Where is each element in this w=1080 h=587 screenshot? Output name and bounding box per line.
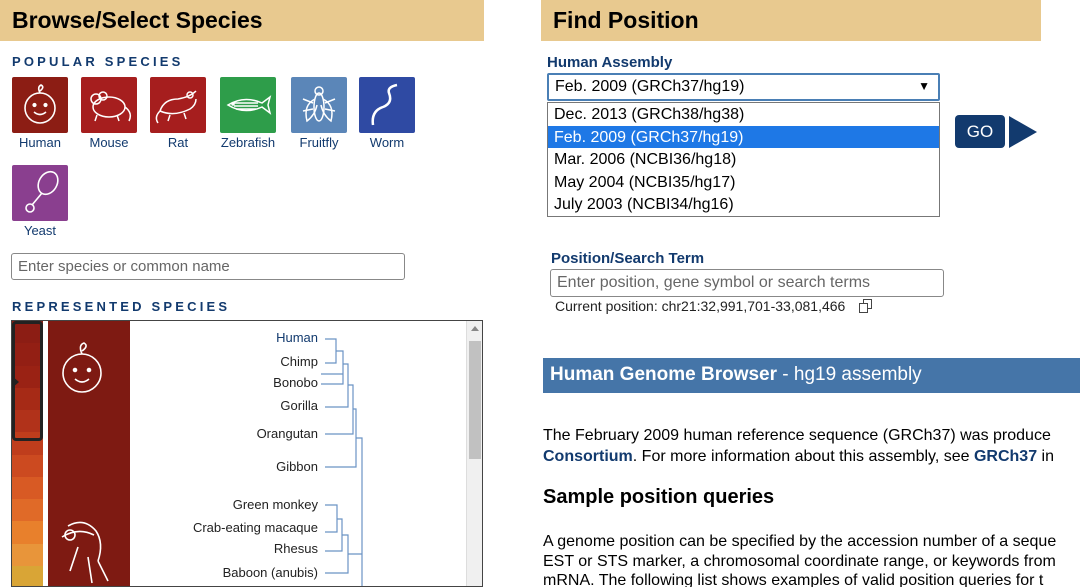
search-term-label: Position/Search Term (551, 250, 705, 267)
banner-title: Human Genome Browser (550, 364, 777, 385)
description-text: . For more information about this assemb… (632, 448, 974, 465)
tree-species-label[interactable]: Orangutan (257, 426, 318, 441)
assembly-description: The February 2009 human reference sequen… (543, 425, 1080, 467)
species-name: Worm (369, 135, 405, 150)
scroll-thumb[interactable] (469, 341, 481, 459)
species-name: Fruitfly (299, 135, 339, 150)
popular-species-label: POPULAR SPECIES (12, 54, 184, 69)
species-tile-rat[interactable]: Rat (150, 77, 206, 150)
tree-species-label[interactable]: Rhesus (274, 541, 318, 556)
dropdown-arrow-icon: ▼ (918, 79, 930, 93)
species-name: Rat (167, 135, 189, 150)
banner-subtitle: - hg19 assembly (777, 364, 922, 385)
assembly-dropdown-list[interactable]: Dec. 2013 (GRCh38/hg38) Feb. 2009 (GRCh3… (547, 102, 940, 217)
assembly-selected-value: Feb. 2009 (GRCh37/hg19) (555, 78, 745, 95)
rat-icon (150, 77, 206, 133)
tree-species-label[interactable]: Gorilla (280, 398, 318, 413)
species-tile-mouse[interactable]: Mouse (81, 77, 137, 150)
find-position-header: Find Position (541, 0, 1041, 41)
assembly-option[interactable]: July 2003 (NCBI34/hg16) (548, 193, 939, 216)
grch37-link[interactable]: GRCh37 (974, 448, 1037, 465)
browse-species-header: Browse/Select Species (0, 0, 484, 41)
phylogeny-lines (321, 338, 363, 586)
position-search-input[interactable] (550, 269, 944, 297)
tree-species-label[interactable]: Green monkey (233, 497, 318, 512)
zebrafish-icon (220, 77, 276, 133)
assembly-option[interactable]: Dec. 2013 (GRCh38/hg38) (548, 103, 939, 126)
assembly-option[interactable]: Mar. 2006 (NCBI36/hg18) (548, 148, 939, 171)
genome-browser-banner: Human Genome Browser - hg19 assembly (543, 358, 1080, 393)
tree-species-label[interactable]: Human (276, 330, 318, 345)
sample-line: mRNA. The following list shows examples … (543, 572, 1044, 587)
copy-icon[interactable] (859, 299, 873, 313)
species-tree[interactable]: Human Chimp Bonobo Gorilla Orangutan Gib… (11, 320, 483, 587)
species-name: Human (19, 135, 61, 150)
human-icon (12, 77, 68, 133)
assembly-option[interactable]: May 2004 (NCBI35/hg17) (548, 171, 939, 194)
species-tile-human[interactable]: Human (12, 77, 68, 150)
species-name: Zebrafish (220, 135, 276, 150)
tree-species-label[interactable]: Bonobo (273, 375, 318, 390)
yeast-icon (12, 165, 68, 221)
worm-icon (359, 77, 415, 133)
species-name: Yeast (23, 223, 57, 238)
species-tile-zebrafish[interactable]: Zebrafish (220, 77, 276, 150)
tree-species-label[interactable]: Baboon (anubis) (223, 565, 318, 580)
description-line: The February 2009 human reference sequen… (543, 427, 1051, 444)
sample-line: A genome position can be specified by th… (543, 533, 1057, 550)
sample-queries-text: A genome position can be specified by th… (543, 532, 1080, 587)
assembly-option[interactable]: Feb. 2009 (GRCh37/hg19) (548, 125, 939, 149)
assembly-label: Human Assembly (547, 54, 673, 71)
description-text: in (1037, 448, 1054, 465)
go-button[interactable]: GO (955, 115, 1005, 148)
sample-queries-heading: Sample position queries (543, 486, 775, 508)
species-tile-fruitfly[interactable]: Fruitfly (291, 77, 347, 150)
tree-species-label[interactable]: Gibbon (276, 459, 318, 474)
species-tile-worm[interactable]: Worm (359, 77, 415, 150)
current-position: Current position: chr21:32,991,701-33,08… (555, 298, 873, 314)
species-name: Mouse (89, 135, 129, 150)
description-line: Consortium. For more information about t… (543, 446, 1080, 467)
tree-scrollbar[interactable] (466, 321, 482, 586)
go-arrow-icon[interactable] (1009, 116, 1037, 148)
consortium-link[interactable]: Consortium (543, 448, 633, 465)
tree-species-label[interactable]: Chimp (280, 354, 318, 369)
assembly-select[interactable]: Feb. 2009 (GRCh37/hg19) ▼ (547, 73, 940, 101)
mouse-icon (81, 77, 137, 133)
species-tile-yeast[interactable]: Yeast (12, 165, 68, 238)
species-search-input[interactable] (11, 253, 405, 280)
represented-species-label: REPRESENTED SPECIES (12, 299, 231, 314)
sample-line: EST or STS marker, a chromosomal coordin… (543, 552, 1056, 570)
tree-species-label[interactable]: Crab-eating macaque (193, 520, 318, 535)
fruitfly-icon (291, 77, 347, 133)
current-position-text: Current position: chr21:32,991,701-33,08… (555, 298, 846, 314)
scroll-up-icon[interactable] (471, 326, 479, 331)
